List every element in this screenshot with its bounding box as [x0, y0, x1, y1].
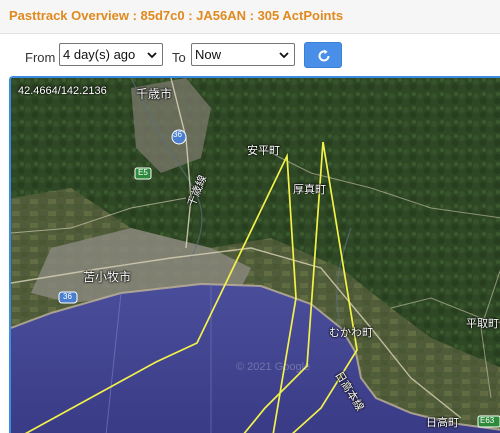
label-atsuma: 厚真町: [293, 184, 326, 196]
chevron-down-icon: [147, 52, 157, 59]
label-mukawa: むかわ町: [329, 327, 373, 339]
refresh-icon: [318, 49, 330, 62]
label-tomakomai: 苫小牧市: [83, 270, 132, 284]
e5-label: E5: [138, 168, 148, 177]
route-36-label-a: 36: [173, 130, 182, 139]
satellite-map: [11, 78, 500, 433]
refresh-button[interactable]: [304, 42, 342, 68]
to-label: To: [172, 50, 186, 65]
map-view[interactable]: 42.4664/142.2136 千歳市 安平町 厚真町 苫小牧市 むかわ町 日…: [9, 76, 500, 433]
from-label: From: [25, 50, 56, 65]
label-biratori: 平取町: [466, 318, 499, 330]
chevron-down-icon: [279, 52, 289, 59]
label-hidaka: 日高町: [426, 417, 459, 429]
time-range-controls: From 4 day(s) ago To Now: [0, 34, 500, 74]
label-abira: 安平町: [247, 145, 280, 157]
to-select[interactable]: Now: [191, 43, 295, 66]
from-select[interactable]: 4 day(s) ago: [59, 43, 163, 66]
coordinate-readout: 42.4664/142.2136: [18, 85, 107, 97]
label-chitose: 千歳市: [136, 87, 173, 101]
title-bar: Pasttrack Overview : 85d7c0 : JA56AN : 3…: [0, 0, 500, 34]
route-36-label-b: 36: [63, 292, 72, 301]
e63-label: E63: [480, 416, 495, 425]
to-select-value: Now: [195, 47, 222, 62]
from-select-value: 4 day(s) ago: [63, 47, 136, 62]
page-title: Pasttrack Overview : 85d7c0 : JA56AN : 3…: [9, 8, 344, 23]
map-watermark: © 2021 Google: [236, 361, 311, 373]
